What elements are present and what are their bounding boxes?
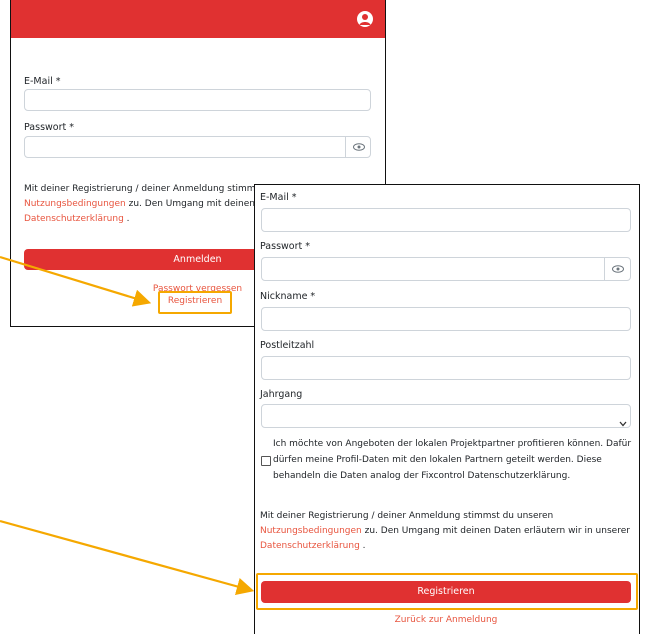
back-to-login-link[interactable]: Zurück zur Anmeldung	[261, 615, 631, 625]
chevron-down-icon	[619, 412, 627, 431]
postcode-input[interactable]	[261, 356, 631, 380]
register-link-highlight	[158, 291, 232, 314]
terms-link[interactable]: Nutzungsbedingungen	[260, 526, 362, 536]
registration-panel: E-Mail * Passwort * Nickname * Postleitz…	[254, 184, 640, 634]
nickname-label: Nickname *	[260, 291, 316, 302]
consent-text: Mit deiner Registrierung / deiner Anmeld…	[260, 511, 630, 551]
email-input[interactable]	[24, 89, 371, 111]
password-input[interactable]	[261, 257, 631, 281]
year-label: Jahrgang	[260, 389, 303, 400]
app-header	[11, 0, 385, 38]
privacy-link[interactable]: Datenschutzerklärung	[260, 541, 360, 551]
account-circle-icon[interactable]	[357, 11, 373, 27]
year-select[interactable]	[261, 404, 631, 428]
email-label: E-Mail *	[260, 192, 297, 203]
email-input[interactable]	[261, 208, 631, 232]
eye-icon[interactable]	[604, 257, 631, 281]
register-button-highlight	[256, 573, 638, 610]
password-label: Passwort *	[24, 122, 75, 133]
partner-offer-checkbox[interactable]	[261, 456, 271, 466]
eye-icon[interactable]	[345, 136, 372, 158]
terms-link[interactable]: Nutzungsbedingungen	[24, 199, 126, 209]
privacy-link[interactable]: Datenschutzerklärung	[24, 214, 124, 224]
password-input[interactable]	[24, 136, 371, 158]
partner-offer-text: Ich möchte von Angeboten der lokalen Pro…	[273, 439, 632, 481]
nickname-input[interactable]	[261, 307, 631, 331]
email-label: E-Mail *	[24, 76, 61, 87]
password-label: Passwort *	[260, 241, 311, 252]
postcode-label: Postleitzahl	[260, 340, 315, 351]
arrow-to-register-button	[0, 519, 255, 595]
